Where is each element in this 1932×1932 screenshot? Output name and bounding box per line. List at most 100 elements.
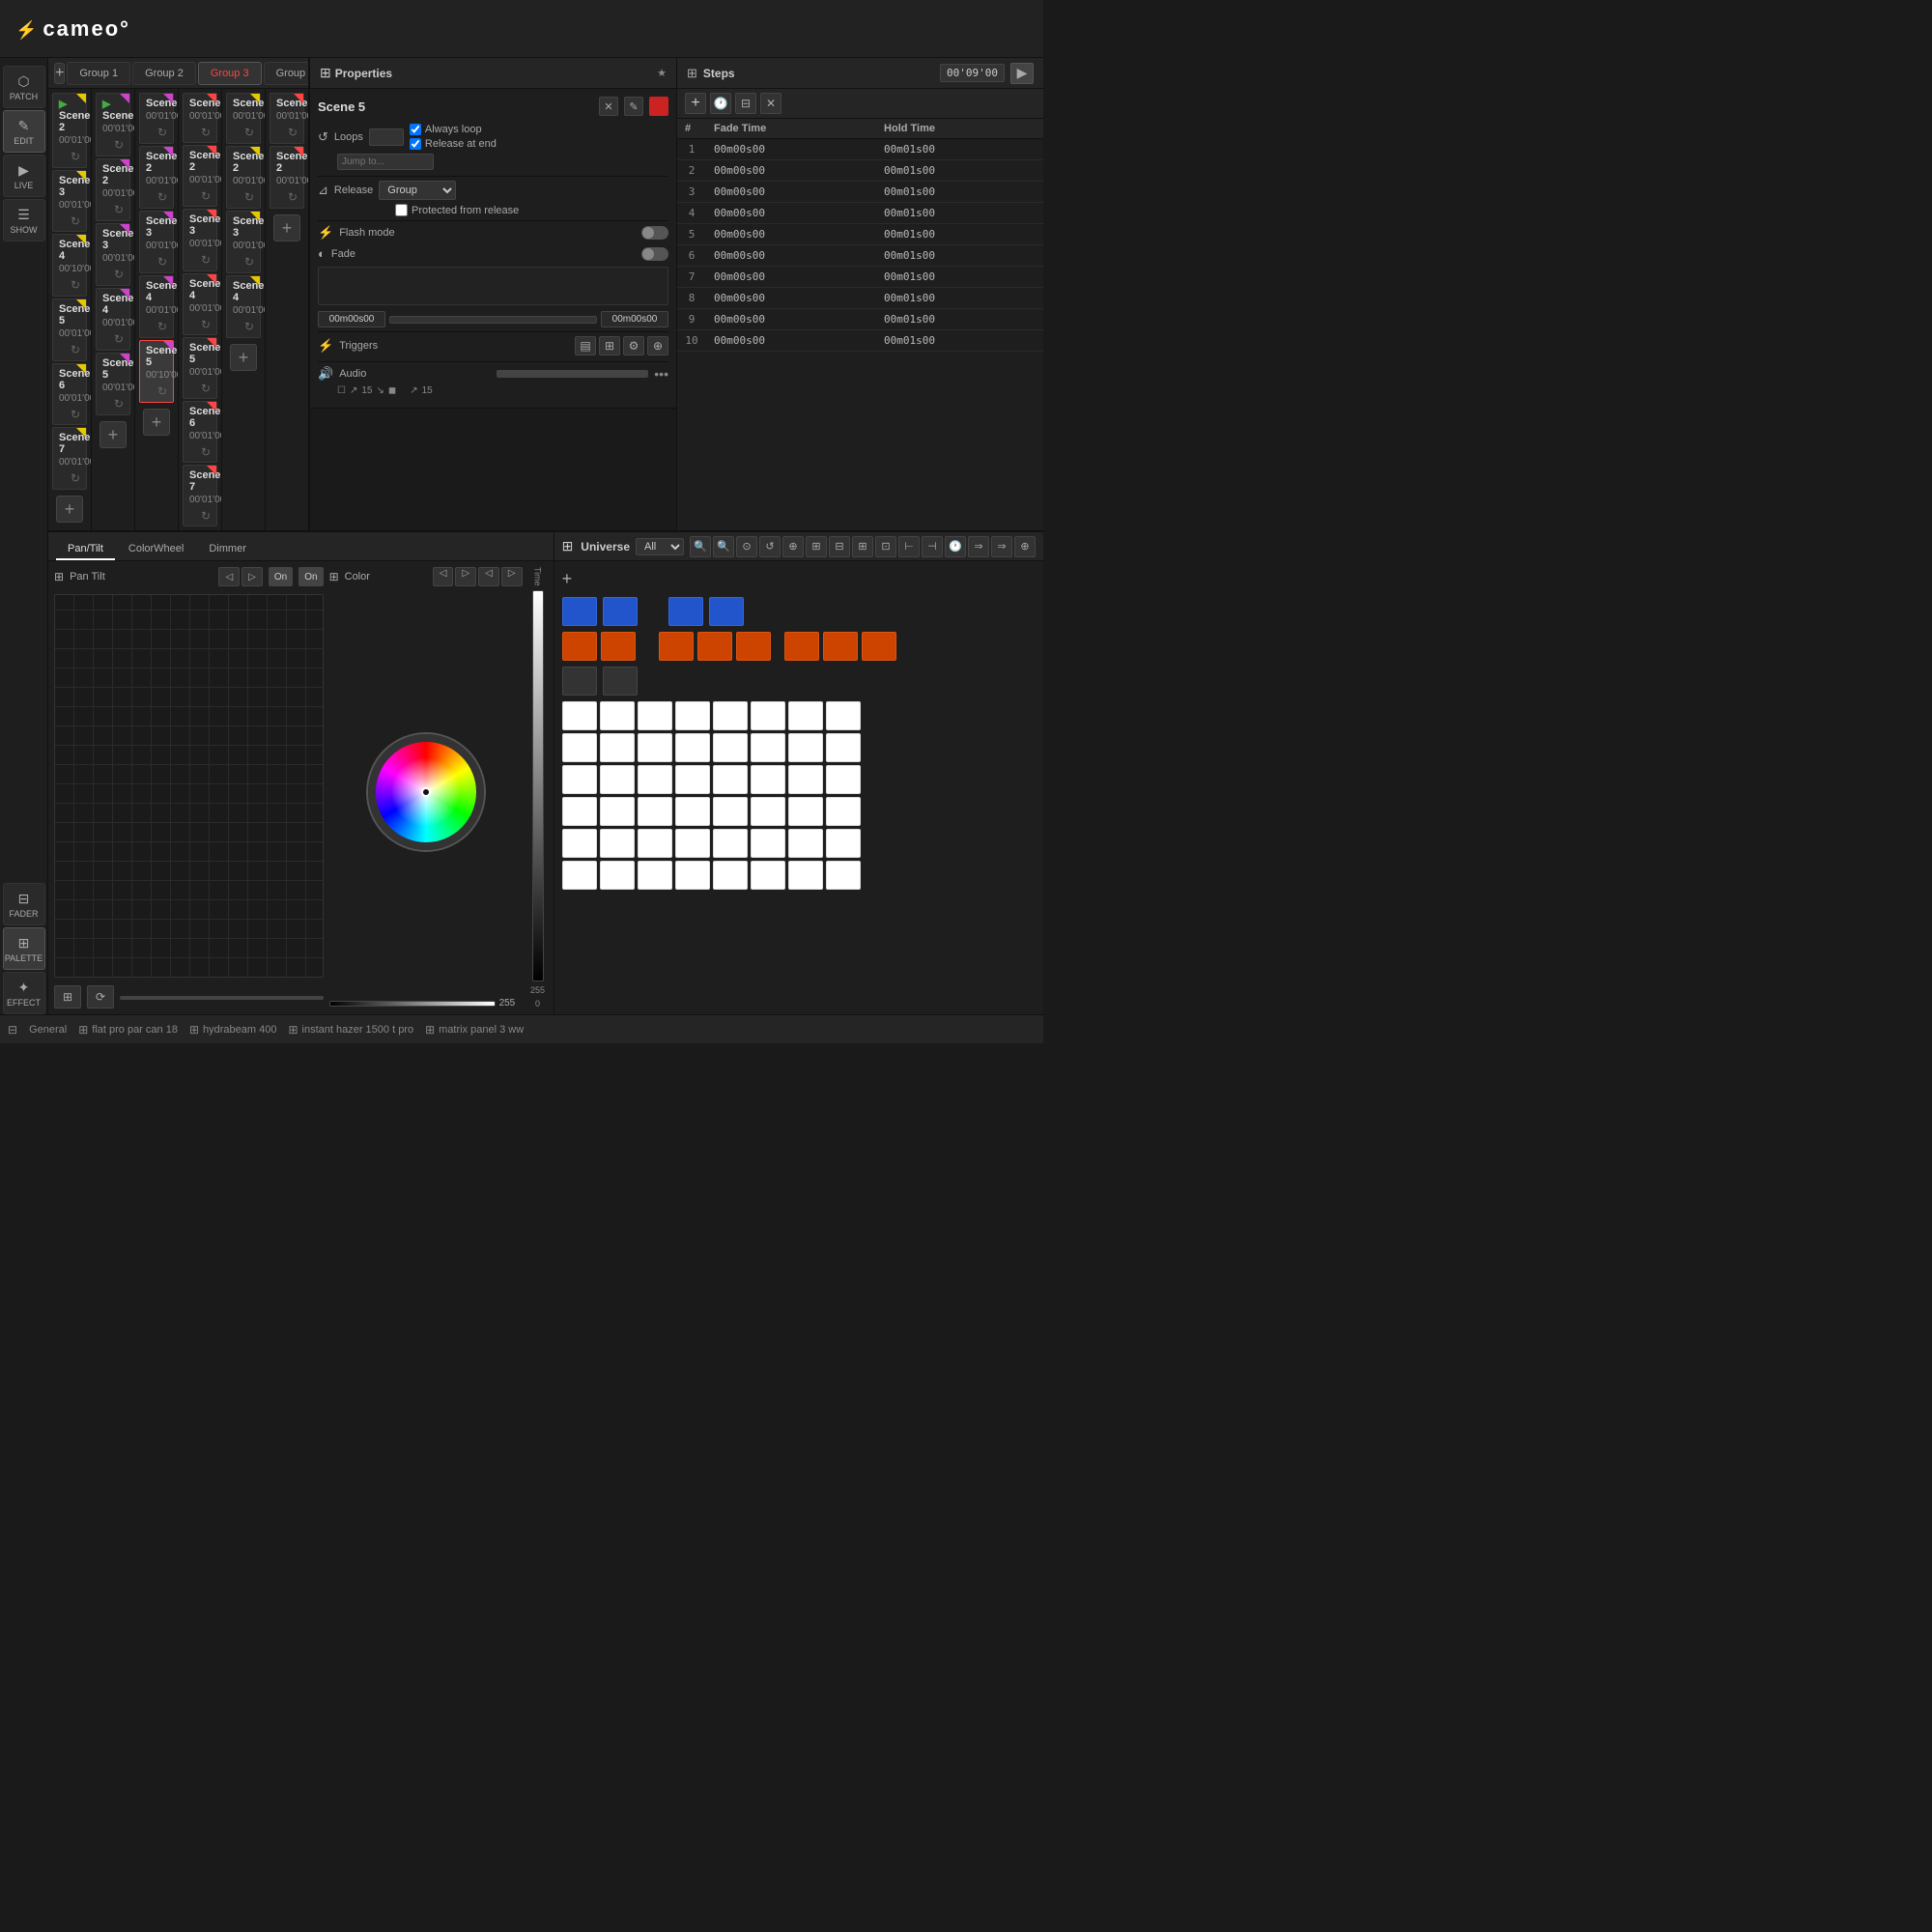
uni-btn-3[interactable]: ⊙ <box>736 536 757 557</box>
tab-colorwheel[interactable]: ColorWheel <box>117 539 195 560</box>
scene-card[interactable]: Scene 5 00'01'00 ↻ <box>52 298 87 361</box>
scene-card[interactable]: Scene 6 00'01'00 ↻ <box>52 363 87 426</box>
scene-card[interactable]: Scene 00'01'00 ↻ <box>270 93 304 144</box>
fixture-cell[interactable] <box>675 765 710 794</box>
uni-btn-10[interactable]: ⊢ <box>898 536 920 557</box>
fixture-cell[interactable] <box>600 861 635 890</box>
trigger-btn-1[interactable]: ▤ <box>575 336 596 355</box>
fixture-cell[interactable] <box>713 797 748 826</box>
always-loop-checkbox[interactable] <box>410 124 421 135</box>
fixture-cell[interactable] <box>600 701 635 730</box>
time-slider[interactable] <box>389 316 597 324</box>
fixture-block-blue[interactable] <box>562 597 597 626</box>
pt-icon-btn-2[interactable]: ⟳ <box>87 985 114 1009</box>
status-item-fixture1[interactable]: ⊞ flat pro par can 18 <box>78 1023 178 1037</box>
trigger-btn-3[interactable]: ⚙ <box>623 336 644 355</box>
fixture-cell[interactable] <box>638 765 672 794</box>
fixture-cell[interactable] <box>788 701 823 730</box>
scene-card[interactable]: Scene 00'01'00 ↻ <box>139 93 174 144</box>
scene-card[interactable]: Scene 00'01'00 ↻ <box>183 93 217 143</box>
scene-card[interactable]: Scene 2 00'01'00 ↻ <box>270 146 304 209</box>
table-row[interactable]: 3 00m00s00 00m01s00 <box>677 182 1043 203</box>
color-btn-2[interactable]: ▷ <box>455 567 476 586</box>
scene-close-button[interactable]: ✕ <box>599 97 618 116</box>
release-select[interactable]: Group Scene None <box>379 181 456 200</box>
fixture-cell[interactable] <box>638 797 672 826</box>
fixture-cell[interactable] <box>826 733 861 762</box>
fixture-block-orange[interactable] <box>562 632 597 661</box>
fixture-block-orange[interactable] <box>659 632 694 661</box>
fixture-block-orange[interactable] <box>784 632 819 661</box>
fixture-cell[interactable] <box>675 701 710 730</box>
tab-group3[interactable]: Group 3 <box>198 62 262 85</box>
universe-select[interactable]: All 1 2 <box>636 538 684 555</box>
fixture-cell[interactable] <box>713 733 748 762</box>
scene-card[interactable]: Scene 2 00'01'00 ↻ <box>96 158 130 221</box>
fixture-cell[interactable] <box>562 861 597 890</box>
sidebar-btn-palette[interactable]: ⊞ PALETTE <box>3 927 45 970</box>
sidebar-btn-live[interactable]: ▶ LIVE <box>3 155 45 197</box>
scene-card[interactable]: Scene 00'01'00 ↻ <box>226 93 261 144</box>
scene-card[interactable]: Scene 2 00'01'00 ↻ <box>226 146 261 209</box>
scene-card[interactable]: Scene 6 00'01'00 ↻ <box>183 401 217 463</box>
scene-edit-button[interactable]: ✎ <box>624 97 643 116</box>
fixture-cell[interactable] <box>638 701 672 730</box>
scene-card-active[interactable]: Scene 5 00'10'00 ↻ <box>139 340 174 403</box>
table-row[interactable]: 6 00m00s00 00m01s00 <box>677 245 1043 267</box>
tab-group4[interactable]: Group 4 <box>264 62 309 85</box>
audio-checkbox[interactable]: ☐ <box>337 385 346 396</box>
scene-card[interactable]: Scene 4 00'01'00 ↻ <box>139 275 174 338</box>
fixture-cell[interactable] <box>562 701 597 730</box>
fixture-cell[interactable] <box>675 861 710 890</box>
flash-mode-toggle[interactable] <box>641 226 668 240</box>
uni-btn-6[interactable]: ⊞ <box>806 536 827 557</box>
sidebar-btn-effect[interactable]: ✦ EFFECT <box>3 972 45 1014</box>
vertical-brightness[interactable] <box>532 590 544 981</box>
universe-add-button[interactable]: + <box>562 569 1036 589</box>
table-row[interactable]: 8 00m00s00 00m01s00 <box>677 288 1043 309</box>
steps-add-button[interactable]: + <box>685 93 706 114</box>
jump-to-input[interactable] <box>337 154 434 170</box>
timecode-end[interactable]: 00m00s00 <box>601 311 668 327</box>
color-btn-4[interactable]: ▷ <box>501 567 523 586</box>
fixture-block-orange[interactable] <box>736 632 771 661</box>
scene-card[interactable]: Scene 5 00'01'00 ↻ <box>183 337 217 399</box>
add-scene-button-col5[interactable]: + <box>230 344 257 371</box>
color-wheel-container[interactable] <box>329 594 523 990</box>
tab-pantilt[interactable]: Pan/Tilt <box>56 539 115 560</box>
fixture-cell[interactable] <box>788 861 823 890</box>
uni-btn-15[interactable]: ⊕ <box>1014 536 1036 557</box>
scene-card[interactable]: ▶ Scene 2 00'01'00 ↻ <box>52 93 87 168</box>
add-scene-button-col6[interactable]: + <box>273 214 300 242</box>
timecode-start[interactable]: 00m00s00 <box>318 311 385 327</box>
fixture-cell[interactable] <box>826 861 861 890</box>
protected-checkbox[interactable] <box>395 204 408 216</box>
fixture-cell[interactable] <box>562 797 597 826</box>
steps-clock-button[interactable]: 🕐 <box>710 93 731 114</box>
fixture-block-dark[interactable] <box>562 667 597 696</box>
fixture-cell[interactable] <box>713 701 748 730</box>
fixture-cell[interactable] <box>751 733 785 762</box>
pt-btn-left[interactable]: ◁ <box>218 567 240 586</box>
fixture-cell[interactable] <box>751 861 785 890</box>
uni-btn-7[interactable]: ⊟ <box>829 536 850 557</box>
loops-input[interactable] <box>369 128 404 146</box>
scene-card[interactable]: ▶ Scene 00'01'00 ↻ <box>96 93 130 156</box>
fixture-cell[interactable] <box>638 733 672 762</box>
pt-on1-button[interactable]: On <box>269 567 293 586</box>
scene-card[interactable]: Scene 4 00'01'00 ↻ <box>96 288 130 351</box>
fixture-cell[interactable] <box>751 829 785 858</box>
add-group-button[interactable]: + <box>54 63 65 84</box>
fixture-block-orange[interactable] <box>601 632 636 661</box>
uni-zoom-out[interactable]: 🔍 <box>713 536 734 557</box>
status-item-general[interactable]: General <box>29 1024 67 1036</box>
sidebar-btn-patch[interactable]: ⬡ PATCH <box>3 66 45 108</box>
fixture-block-orange[interactable] <box>862 632 896 661</box>
fixture-cell[interactable] <box>675 797 710 826</box>
scene-card[interactable]: Scene 2 00'01'00 ↻ <box>139 146 174 209</box>
pt-slider-bar[interactable] <box>120 996 324 1000</box>
sidebar-btn-fader[interactable]: ⊟ FADER <box>3 883 45 925</box>
table-row[interactable]: 2 00m00s00 00m01s00 <box>677 160 1043 182</box>
uni-btn-9[interactable]: ⊡ <box>875 536 896 557</box>
pt-on2-button[interactable]: On <box>298 567 323 586</box>
